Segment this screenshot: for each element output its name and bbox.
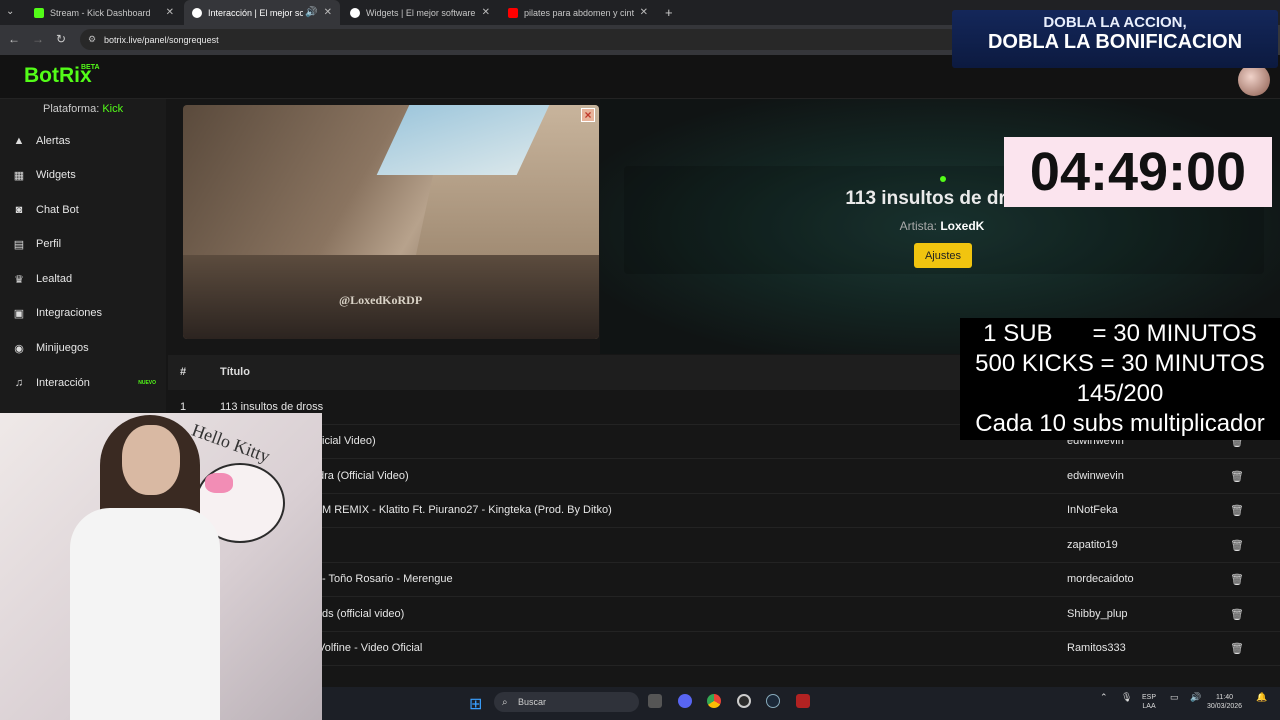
close-tab-icon[interactable]: ✕	[640, 7, 648, 18]
column-header-title[interactable]: Título	[220, 366, 250, 378]
webcam-overlay: Hello Kitty	[0, 413, 322, 720]
delete-icon[interactable]: 🗑	[1230, 573, 1244, 586]
robot-icon: ◙	[15, 204, 23, 216]
sidebar-item-widgets[interactable]: ▦ Widgets	[0, 158, 166, 192]
delete-icon[interactable]: 🗑	[1230, 608, 1244, 621]
chrome-icon[interactable]	[707, 694, 721, 708]
info-line-progress: 145/200	[1076, 380, 1164, 407]
beta-badge: BETA	[81, 64, 100, 71]
taskbar-search[interactable]: ⌕ Buscar	[494, 692, 639, 712]
delete-icon[interactable]: 🗑	[1230, 504, 1244, 517]
promo-line-2: DOBLA LA BONIFICACION	[987, 31, 1243, 53]
tab-interaccion[interactable]: Interacción | El mejor software 🔊 ✕	[184, 0, 340, 25]
sidebar-item-chat-bot[interactable]: ◙ Chat Bot	[0, 193, 166, 227]
tray-chevron-icon[interactable]: ⌃	[1100, 693, 1108, 702]
youtube-favicon-icon	[508, 7, 518, 18]
site-info-icon[interactable]: ⚙	[88, 34, 96, 45]
table-row[interactable]: ds (official video) Shibby_plup 🗑	[168, 597, 1280, 632]
live-status-dot	[940, 176, 946, 182]
ajustes-button[interactable]: Ajustes	[914, 243, 972, 268]
info-line-kicks: 500 KICKS = 30 MINUTOS	[975, 350, 1265, 377]
forward-icon[interactable]: →	[32, 32, 44, 46]
microphone-icon[interactable]: 🎙	[1121, 693, 1132, 702]
video-watermark: @LoxedKoRDP	[339, 293, 423, 307]
sidebar-item-integraciones[interactable]: ▣ Integraciones	[0, 296, 166, 330]
delete-icon[interactable]: 🗑	[1230, 470, 1244, 483]
clock[interactable]: 11:40 30/03/2026	[1207, 693, 1242, 711]
delete-icon[interactable]: 🗑	[1230, 642, 1244, 655]
table-row[interactable]: dra (Official Video) edwinwevin 🗑	[168, 459, 1280, 494]
info-line-sub: 1 SUB = 30 MINUTOS	[983, 320, 1257, 347]
table-row[interactable]: - Toño Rosario - Merengue mordecaidoto 🗑	[168, 562, 1280, 597]
new-badge: NUEVO	[138, 380, 156, 386]
network-icon[interactable]: ▭	[1170, 693, 1179, 702]
steam-icon[interactable]	[766, 694, 780, 708]
tab-search-icon[interactable]: ⌄	[6, 6, 14, 17]
sidebar-item-minijuegos[interactable]: ◉ Minijuegos	[0, 331, 166, 365]
url-field[interactable]: ⚙ botrix.live/panel/songrequest	[80, 29, 960, 50]
trophy-icon: ♛	[14, 273, 24, 286]
column-header-number: #	[180, 366, 187, 378]
countdown-timer-text: 04:49:00	[1029, 142, 1247, 202]
grid-icon: ▦	[13, 169, 25, 182]
sidebar-item-alertas[interactable]: ▲ Alertas	[0, 124, 166, 158]
botrix-favicon-icon	[350, 7, 360, 18]
now-playing-artist: Artista: LoxedK	[899, 219, 985, 233]
close-video-button[interactable]: ×	[581, 108, 595, 122]
botrix-favicon-icon	[192, 7, 202, 18]
gamepad-icon: ◉	[14, 342, 24, 355]
volume-icon[interactable]: 🔊	[1190, 693, 1201, 702]
tab-pilates[interactable]: pilates para abdomen y cintura ✕	[500, 0, 656, 25]
dota-icon[interactable]	[796, 694, 810, 708]
close-tab-icon[interactable]: ✕	[482, 7, 490, 18]
streamer-face	[122, 425, 180, 495]
promo-line-1: DOBLA LA ACCION,	[1043, 14, 1187, 31]
tab-widgets[interactable]: Widgets | El mejor software pa ✕	[342, 0, 498, 25]
task-view-icon[interactable]	[648, 694, 662, 708]
speaker-icon[interactable]: 🔊	[305, 7, 317, 18]
hello-kitty-bow	[205, 473, 233, 493]
music-icon: ♫	[14, 377, 24, 389]
streamer-body	[70, 508, 220, 720]
close-tab-icon[interactable]: ✕	[166, 7, 174, 18]
tab-kick-dashboard[interactable]: Stream - Kick Dashboard ✕	[26, 0, 182, 25]
platform-indicator: Plataforma: Kick	[43, 103, 124, 115]
table-row[interactable]: zapatito19 🗑	[168, 528, 1280, 563]
new-tab-icon[interactable]: +	[665, 5, 673, 20]
video-player[interactable]: @LoxedKoRDP ×	[183, 105, 599, 339]
platform-value: Kick	[102, 103, 124, 115]
warning-icon: ▲	[13, 135, 25, 147]
windows-start-icon[interactable]: ⊞	[469, 694, 482, 714]
close-tab-icon[interactable]: ✕	[324, 7, 332, 18]
sidebar-item-lealtad[interactable]: ♛ Lealtad	[0, 262, 166, 296]
reload-icon[interactable]: ↻	[56, 32, 66, 46]
obs-icon[interactable]	[737, 694, 751, 708]
info-line-multiplier: Cada 10 subs multiplicador	[975, 410, 1265, 437]
sidebar-item-interaccion[interactable]: ♫ Interacción NUEVO	[0, 366, 166, 400]
delete-icon[interactable]: 🗑	[1230, 539, 1244, 552]
avatar[interactable]	[1238, 64, 1270, 96]
notifications-icon[interactable]: 🔔	[1256, 693, 1267, 702]
sidebar-item-perfil[interactable]: ▤ Perfil	[0, 227, 166, 261]
back-icon[interactable]: ←	[8, 32, 20, 46]
hello-kitty-text: Hello Kitty	[189, 419, 273, 467]
table-row[interactable]: Volfine - Video Oficial Ramitos333 🗑	[168, 631, 1280, 666]
id-card-icon: ▤	[13, 238, 25, 251]
integrations-icon: ▣	[13, 307, 25, 320]
table-row[interactable]: M REMIX - Klatito Ft. Piurano27 - Kingte…	[168, 493, 1280, 528]
language-indicator[interactable]: ESP LAA	[1142, 693, 1156, 711]
discord-icon[interactable]	[678, 694, 692, 708]
kick-favicon-icon	[34, 7, 44, 18]
search-icon: ⌕	[502, 696, 508, 708]
